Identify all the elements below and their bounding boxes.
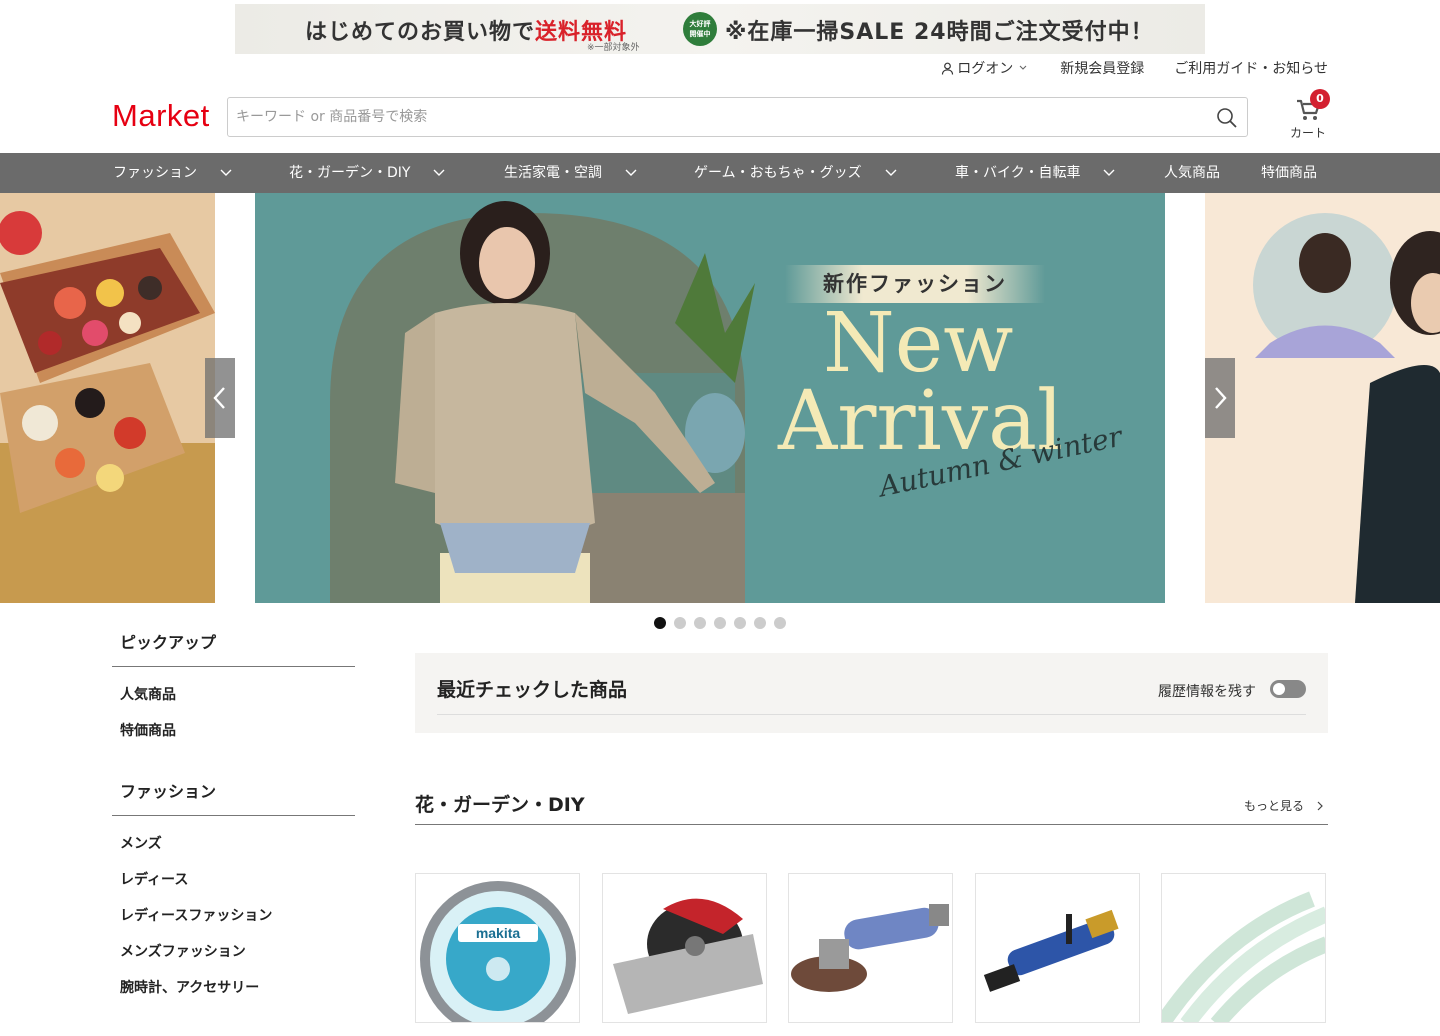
cart-button[interactable]: 0 カート <box>1286 89 1330 140</box>
chevron-down-icon <box>1019 65 1027 70</box>
slide-new-arrival[interactable]: 新作ファッション New Arrival Autumn & winter <box>255 193 1165 603</box>
carousel-dot[interactable] <box>694 617 706 629</box>
sidebar-item-mens-fashion[interactable]: メンズファッション <box>112 934 355 970</box>
user-icon <box>942 62 954 75</box>
cart-label: カート <box>1289 126 1326 140</box>
angle-grinder-icon <box>789 874 952 1022</box>
nav-label: ゲーム・おもちゃ・グッズ <box>694 165 862 181</box>
promo-badge-line2: 開催中 <box>689 30 711 38</box>
nav-item-specials[interactable]: 特価商品 <box>1261 153 1317 193</box>
promo-badge-line1: 大好評 <box>689 20 711 28</box>
recently-viewed-panel: 最近チェックした商品 履歴情報を残す <box>415 653 1328 733</box>
carousel-dot[interactable] <box>734 617 746 629</box>
hose-icon <box>1162 874 1325 1022</box>
promo-banner-area: はじめてのお買い物で送料無料 ※一部対象外 大好評開催中 ※在庫一掃SALE 2… <box>0 0 1440 54</box>
category-nav: ファッション 花・ガーデン・DIY 生活家電・空調 ゲーム・おもちゃ・グッズ 車… <box>0 153 1440 193</box>
chevron-right-icon <box>1215 387 1227 409</box>
promo-badge: 大好評 開催中 <box>683 12 717 46</box>
history-toggle-label: 履歴情報を残す <box>1158 684 1256 700</box>
carousel-dots <box>654 617 786 629</box>
section-title: 花・ガーデン・DIY <box>415 794 585 816</box>
nav-item-vehicles[interactable]: 車・バイク・自転車 <box>955 153 1116 193</box>
login-label: ログオン <box>957 61 1014 77</box>
carousel-next-button[interactable] <box>1205 358 1235 438</box>
nav-item-garden-diy[interactable]: 花・ガーデン・DIY <box>289 153 446 193</box>
promo-left-text: はじめてのお買い物で送料無料 <box>305 14 627 46</box>
chevron-down-icon <box>625 169 637 176</box>
product-card[interactable] <box>1161 873 1326 1023</box>
site-logo[interactable]: Market <box>112 98 210 134</box>
product-card[interactable] <box>602 873 767 1023</box>
see-more-label: もっと見る <box>1243 799 1304 813</box>
chevron-down-icon <box>220 169 232 176</box>
sidebar-heading: ピックアップ <box>112 630 355 667</box>
product-card[interactable] <box>975 873 1140 1023</box>
product-list: makita <box>415 873 1328 1023</box>
nav-item-appliances[interactable]: 生活家電・空調 <box>504 153 638 193</box>
slide-osechi-image[interactable] <box>0 193 215 603</box>
toggle-knob <box>1273 683 1285 695</box>
nav-label: 花・ガーデン・DIY <box>289 165 411 181</box>
nav-item-popular[interactable]: 人気商品 <box>1164 153 1220 193</box>
air-grinder-icon <box>976 874 1139 1022</box>
sidebar-heading: ファッション <box>112 779 355 816</box>
product-card[interactable] <box>788 873 953 1023</box>
product-card[interactable]: makita <box>415 873 580 1023</box>
circular-saw-icon <box>603 874 766 1022</box>
chevron-down-icon <box>1103 169 1115 176</box>
guide-link[interactable]: ご利用ガイド・お知らせ <box>1174 58 1328 78</box>
svg-text:makita: makita <box>476 925 521 941</box>
sidebar-item-mens[interactable]: メンズ <box>112 826 355 862</box>
nav-label: 車・バイク・自転車 <box>955 165 1081 181</box>
search-icon[interactable] <box>1215 106 1239 130</box>
promo-banner[interactable]: はじめてのお買い物で送料無料 ※一部対象外 大好評開催中 ※在庫一掃SALE 2… <box>235 4 1205 54</box>
section-header-garden-diy: 花・ガーデン・DIY もっと見る <box>415 790 1328 825</box>
innerwear-illustration <box>1205 193 1440 603</box>
sidebar-group-pickup: ピックアップ 人気商品 特価商品 <box>112 630 355 749</box>
nav-label: 生活家電・空調 <box>504 165 602 181</box>
promo-note: ※一部対象外 <box>587 43 640 53</box>
search-box <box>227 97 1248 137</box>
promo-sale-text: ※在庫一掃SALE 24時間ご注文受付中！ <box>725 20 1154 45</box>
login-link[interactable]: ログオン <box>941 58 1030 78</box>
nav-label: 人気商品 <box>1164 165 1220 181</box>
search-input[interactable] <box>236 106 1196 128</box>
carousel-dot[interactable] <box>654 617 666 629</box>
recently-viewed-title: 最近チェックした商品 <box>437 679 628 701</box>
chevron-left-icon <box>213 387 225 409</box>
chevron-down-icon <box>433 169 445 176</box>
sidebar: ピックアップ 人気商品 特価商品 ファッション メンズ レディース レディースフ… <box>112 630 355 1036</box>
slide-title-new: New <box>823 296 1014 391</box>
nav-item-games-toys[interactable]: ゲーム・おもちゃ・グッズ <box>694 153 898 193</box>
carousel-dot[interactable] <box>774 617 786 629</box>
sidebar-item-ladies-fashion[interactable]: レディースファッション <box>112 898 355 934</box>
register-link[interactable]: 新規会員登録 <box>1060 58 1144 78</box>
hero-carousel: 新作ファッション New Arrival Autumn & winter <box>0 193 1440 603</box>
carousel-dot[interactable] <box>754 617 766 629</box>
osechi-illustration <box>0 193 215 603</box>
nav-label: 特価商品 <box>1261 165 1317 181</box>
nav-item-fashion[interactable]: ファッション <box>113 153 233 193</box>
carousel-dot[interactable] <box>674 617 686 629</box>
chevron-right-icon <box>1317 801 1323 810</box>
sidebar-item-specials[interactable]: 特価商品 <box>112 713 355 749</box>
sidebar-item-popular[interactable]: 人気商品 <box>112 677 355 713</box>
top-links: ログオン 新規会員登録 ご利用ガイド・お知らせ <box>941 58 1328 78</box>
slide-innerwear-image[interactable] <box>1205 193 1440 603</box>
sidebar-group-fashion: ファッション メンズ レディース レディースファッション メンズファッション 腕… <box>112 779 355 1006</box>
sidebar-item-ladies[interactable]: レディース <box>112 862 355 898</box>
chevron-down-icon <box>885 169 897 176</box>
see-more-link[interactable]: もっと見る <box>1244 797 1324 814</box>
cart-count-badge: 0 <box>1310 89 1330 109</box>
saw-blade-icon: makita <box>420 881 576 1022</box>
carousel-prev-button[interactable] <box>205 358 235 438</box>
carousel-dot[interactable] <box>714 617 726 629</box>
promo-text-a: はじめてのお買い物で <box>305 20 536 45</box>
nav-label: ファッション <box>113 165 197 181</box>
sidebar-item-watches-accessories[interactable]: 腕時計、アクセサリー <box>112 970 355 1006</box>
history-toggle[interactable] <box>1270 680 1306 698</box>
divider <box>437 714 1306 715</box>
